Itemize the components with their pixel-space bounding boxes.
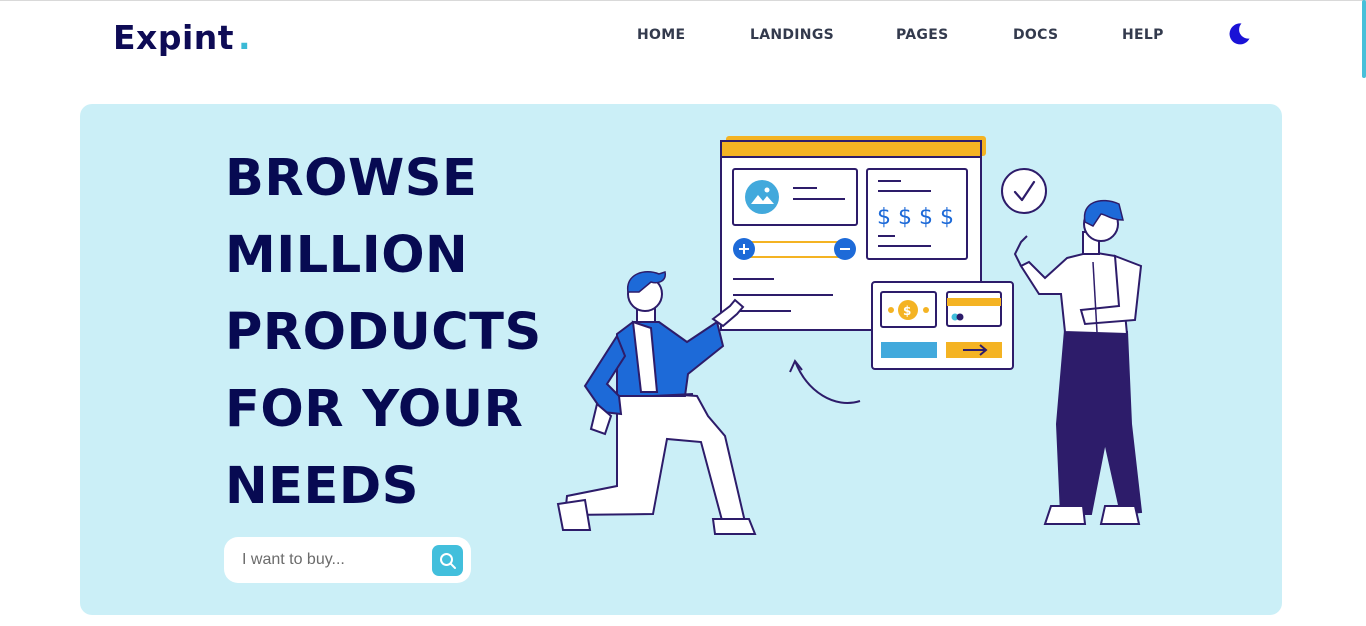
search-button[interactable] [432, 545, 463, 576]
nav-item-help[interactable]: HELP [1122, 27, 1164, 43]
curved-arrow-icon [794, 360, 861, 404]
hero-banner: BROWSE MILLION PRODUCTS FOR YOUR NEEDS I… [80, 104, 1282, 615]
headline-line: NEEDS [225, 457, 419, 516]
hero-illustration: $ $ $ $ $ [556, 136, 1143, 535]
nav-item-home[interactable]: HOME [637, 27, 685, 43]
search-icon [439, 552, 456, 569]
moon-icon[interactable] [1226, 21, 1252, 47]
search-box [224, 537, 471, 583]
search-input[interactable] [242, 547, 422, 573]
nav-item-pages[interactable]: PAGES [896, 27, 948, 43]
headline-line: PRODUCTS [225, 303, 542, 362]
nav-item-landings[interactable]: LANDINGS [750, 27, 834, 43]
kneeling-man-illustration [556, 271, 757, 535]
checkmark-icon [1001, 168, 1047, 214]
hero-headline: BROWSE MILLION PRODUCTS FOR YOUR NEEDS [225, 140, 565, 525]
headline-line: FOR YOUR [225, 380, 524, 439]
main-nav: HOME LANDINGS PAGES DOCS HELP [0, 27, 1366, 47]
headline-line: MILLION [225, 226, 469, 285]
coin-dollar-icon: $ [903, 304, 911, 318]
site-header: Expint. HOME LANDINGS PAGES DOCS HELP [0, 0, 1366, 78]
headline-line: BROWSE [225, 149, 478, 208]
nav-item-docs[interactable]: DOCS [1013, 27, 1058, 43]
dollar-signs-icon: $ $ $ $ [877, 205, 954, 230]
payment-card-illustration: $ [871, 281, 1014, 370]
standing-man-illustration [1013, 199, 1143, 525]
